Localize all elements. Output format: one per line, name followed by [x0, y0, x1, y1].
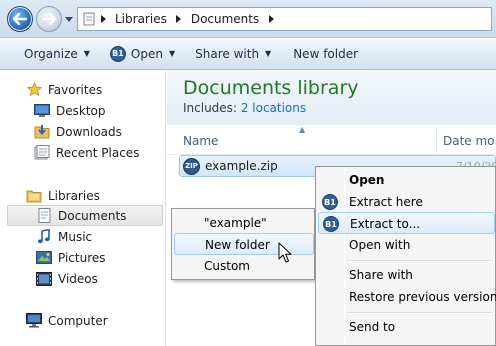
column-header-date-modified[interactable]: Date mo [443, 134, 495, 148]
videos-icon [36, 271, 52, 287]
open-button[interactable]: B1 Open ▼ [102, 42, 183, 66]
menu-item-label: Open [349, 173, 385, 187]
nav-favorites-label: Favorites [48, 82, 103, 97]
menu-item-label: Send to [349, 320, 396, 334]
recent-places-icon [34, 145, 50, 161]
nav-item-label: Desktop [56, 103, 106, 118]
arrow-right-icon [42, 13, 56, 25]
includes-label: Includes: [183, 101, 237, 115]
nav-item-downloads[interactable]: Downloads [34, 121, 164, 142]
library-header: Documents library Includes: 2 locations [167, 71, 496, 125]
computer-icon [26, 313, 42, 329]
menu-item-label: Extract here [349, 195, 423, 209]
menu-item-extract-to[interactable]: B1 Extract to... [318, 212, 495, 234]
share-with-label: Share with [195, 46, 260, 61]
chevron-down-icon: ▼ [168, 49, 176, 58]
b1-icon: B1 [322, 194, 338, 210]
menu-item-send-to[interactable]: Send to [318, 316, 495, 338]
forward-button[interactable] [36, 6, 62, 32]
nav-item-pictures[interactable]: Pictures [36, 247, 164, 268]
command-bar: Organize ▼ B1 Open ▼ Share with ▼ New fo… [0, 38, 496, 70]
arrow-left-icon [13, 13, 27, 25]
star-icon [26, 82, 42, 98]
nav-computer[interactable]: Computer [26, 310, 164, 331]
menu-separator [346, 312, 493, 314]
nav-item-recent-places[interactable]: Recent Places [34, 142, 164, 163]
nav-item-documents[interactable]: Documents [7, 205, 163, 226]
share-with-button[interactable]: Share with ▼ [187, 42, 279, 66]
column-divider[interactable] [436, 129, 437, 153]
new-folder-label: New folder [293, 46, 359, 61]
folder-location-icon [82, 11, 96, 27]
nav-item-label: Downloads [56, 124, 122, 139]
nav-item-label: Recent Places [56, 145, 140, 160]
downloads-icon [34, 124, 50, 140]
open-label: Open [130, 46, 163, 61]
menu-item-open-with[interactable]: Open with [318, 234, 495, 256]
menu-item-open[interactable]: Open [318, 169, 495, 191]
chevron-down-icon [65, 16, 73, 22]
nav-item-desktop[interactable]: Desktop [34, 100, 164, 121]
menu-item-label: Share with [349, 268, 413, 282]
breadcrumb-documents[interactable]: Documents [186, 12, 264, 26]
back-button[interactable] [7, 6, 33, 32]
mouse-pointer-icon [278, 242, 292, 263]
address-box[interactable]: Libraries Documents [77, 7, 492, 31]
music-icon [36, 229, 52, 245]
documents-icon [36, 208, 52, 224]
page-title: Documents library [183, 77, 359, 99]
libraries-icon [26, 188, 42, 204]
nav-favorites[interactable]: Favorites [26, 79, 164, 100]
nav-item-label: Music [58, 229, 93, 244]
nav-libraries[interactable]: Libraries [26, 185, 164, 206]
chevron-down-icon: ▼ [265, 49, 272, 58]
nav-item-videos[interactable]: Videos [36, 268, 164, 289]
column-header-row: Name ▲ Date mo [167, 125, 496, 155]
column-header-name[interactable]: Name [183, 134, 218, 148]
desktop-icon [34, 103, 50, 119]
submenu-item-label: "example" [204, 216, 267, 230]
pictures-icon [36, 250, 52, 266]
submenu-item-label: New folder [205, 238, 270, 252]
navigation-pane: Favorites Desktop Downloads Recent Place… [0, 71, 166, 346]
file-context-menu: Open B1 Extract here B1 Extract to... Op… [315, 166, 496, 346]
b1-icon: B1 [323, 216, 339, 232]
menu-separator [346, 260, 493, 262]
submenu-item-new-folder[interactable]: New folder [174, 233, 314, 255]
menu-item-label: Open with [349, 238, 411, 252]
extract-to-submenu: "example" New folder Custom [171, 208, 315, 280]
nav-item-label: Videos [58, 271, 98, 286]
nav-item-label: Documents [58, 208, 127, 223]
menu-item-extract-here[interactable]: B1 Extract here [318, 191, 495, 213]
breadcrumb-libraries[interactable]: Libraries [110, 12, 172, 26]
b1-icon: B1 [109, 45, 126, 62]
zip-file-icon: ZIP [183, 157, 200, 175]
locations-link[interactable]: 2 locations [241, 101, 306, 115]
breadcrumb-separator-icon[interactable] [264, 12, 278, 26]
submenu-item-example[interactable]: "example" [174, 212, 314, 234]
nav-item-music[interactable]: Music [36, 226, 164, 247]
recent-pages-dropdown[interactable] [64, 14, 74, 24]
menu-item-label: Restore previous versions [349, 290, 496, 304]
nav-libraries-label: Libraries [48, 188, 100, 203]
submenu-item-label: Custom [204, 259, 250, 273]
library-includes: Includes: 2 locations [183, 101, 306, 115]
breadcrumb-separator-icon[interactable] [172, 12, 186, 26]
new-folder-button[interactable]: New folder [285, 42, 366, 66]
address-bar-strip: Libraries Documents [0, 0, 496, 38]
organize-label: Organize [24, 46, 78, 61]
file-name: example.zip [205, 159, 278, 173]
organize-button[interactable]: Organize ▼ [16, 42, 98, 66]
sort-ascending-icon: ▲ [299, 125, 306, 134]
nav-item-label: Pictures [58, 250, 106, 265]
nav-computer-label: Computer [48, 313, 108, 328]
menu-item-label: Extract to... [350, 217, 421, 231]
chevron-down-icon: ▼ [83, 49, 90, 58]
breadcrumb-separator-icon[interactable] [96, 12, 110, 26]
submenu-item-custom[interactable]: Custom [174, 255, 314, 277]
menu-item-restore-previous-versions[interactable]: Restore previous versions [318, 286, 496, 308]
menu-item-share-with[interactable]: Share with [318, 264, 495, 286]
